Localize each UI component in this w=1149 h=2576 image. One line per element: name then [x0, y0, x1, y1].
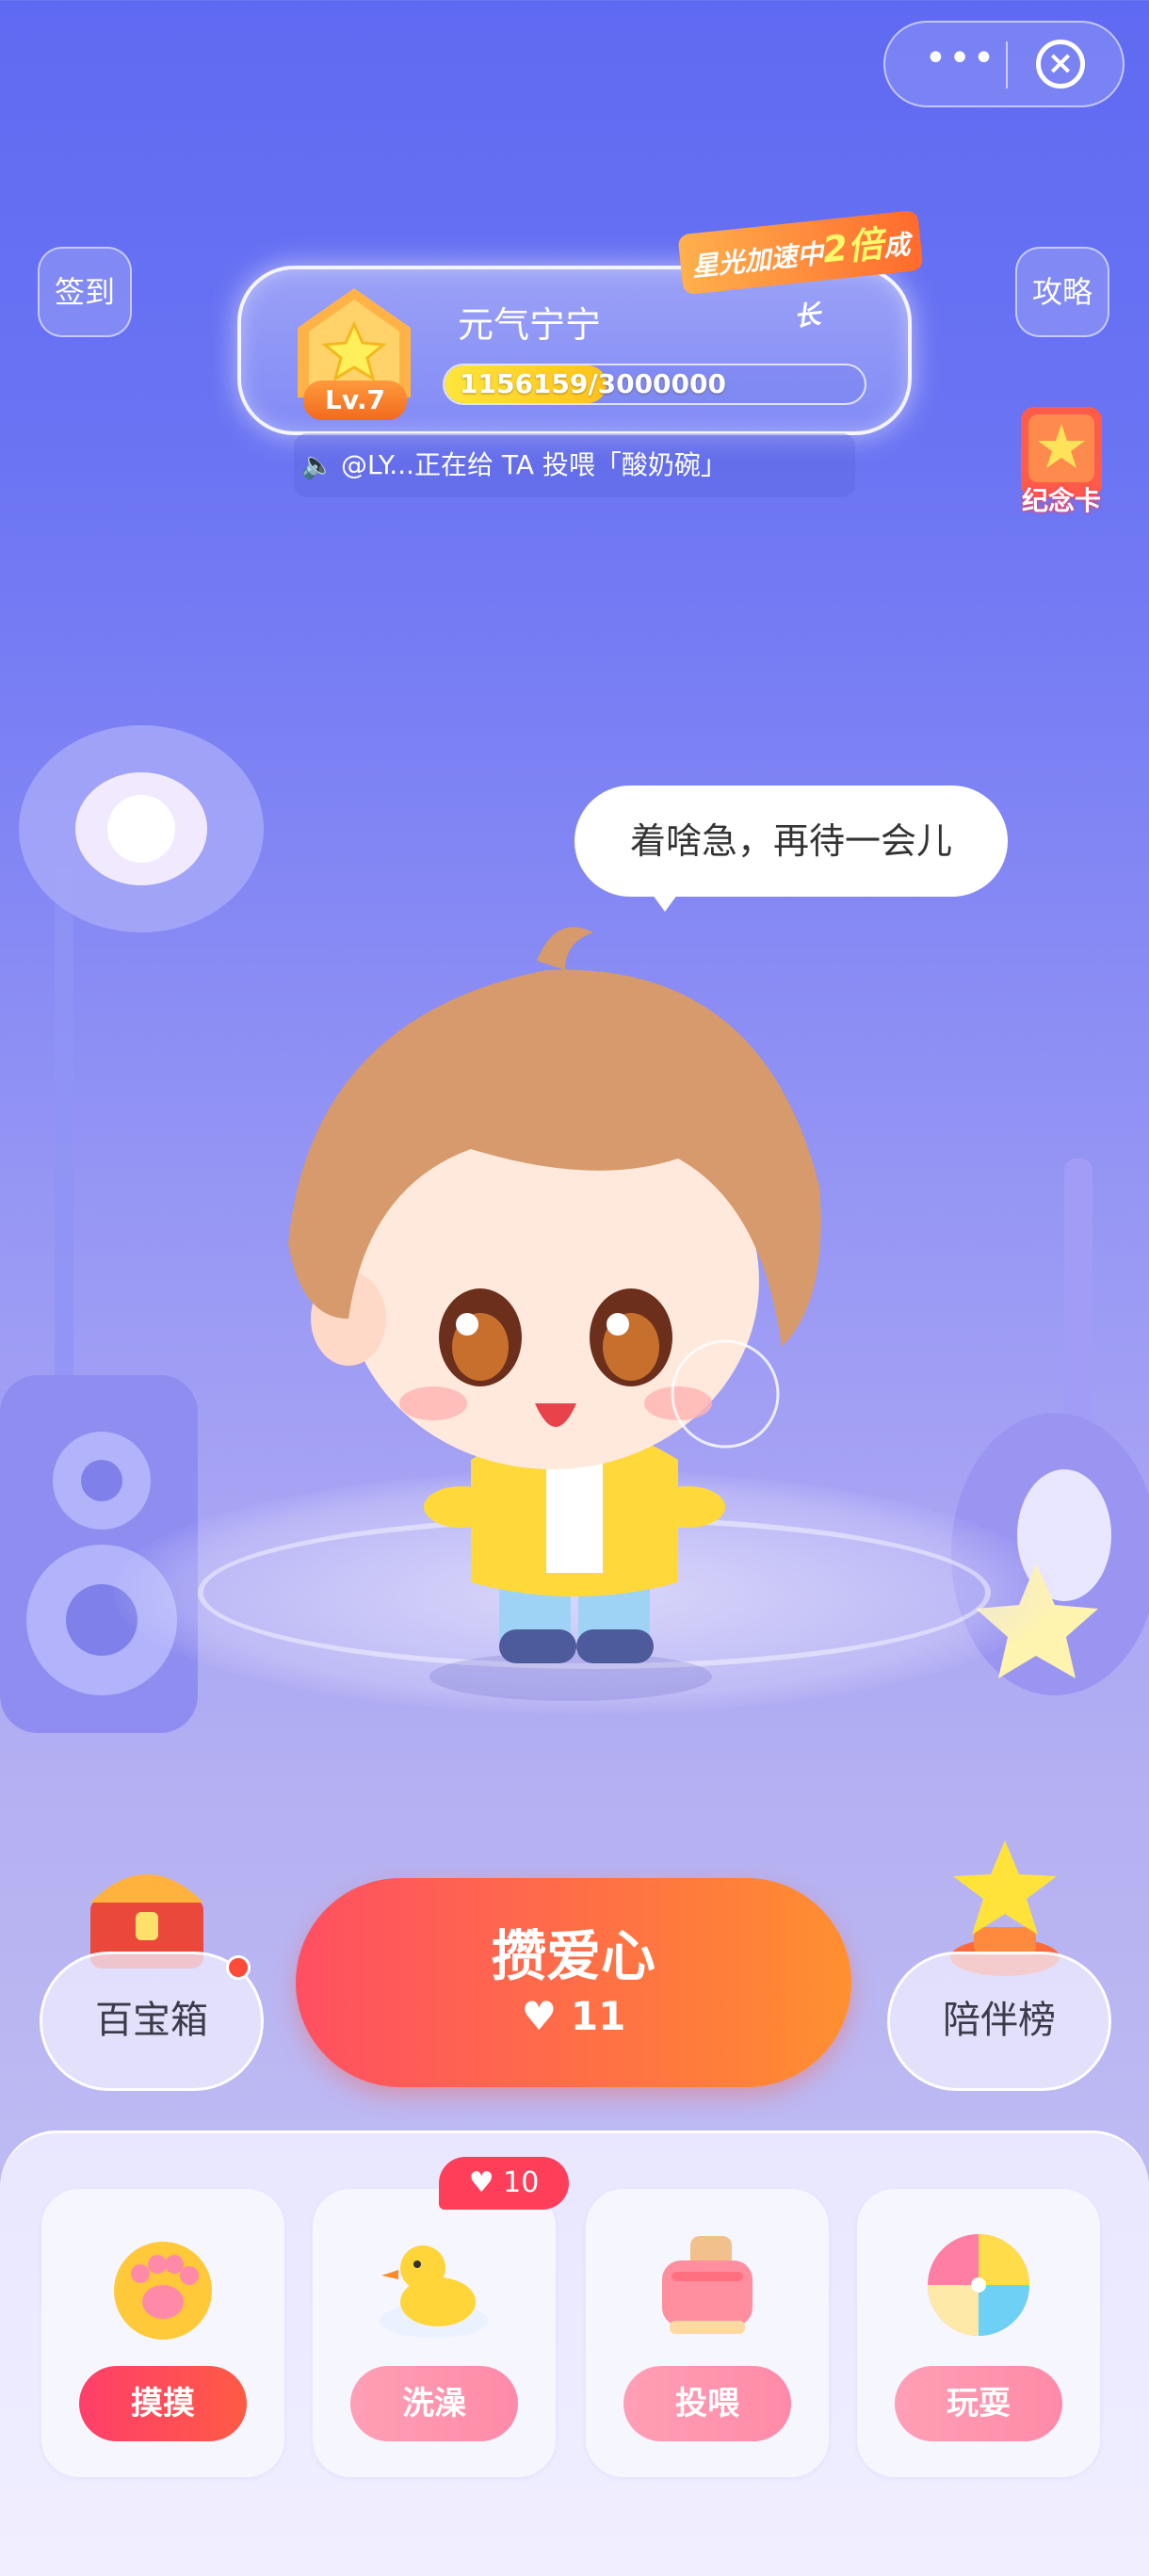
treasure-notification-dot [226, 1955, 251, 1980]
pet-character[interactable] [235, 904, 876, 1714]
activity-ticker: 🔈 @LY...正在给 TA 投喂「酸奶碗」 [294, 433, 855, 497]
memo-card-label: 纪念卡 [1021, 485, 1101, 516]
card-play[interactable]: 玩耍 [857, 2189, 1100, 2477]
card-feed[interactable]: 投喂 [586, 2189, 829, 2477]
feed-button[interactable]: 投喂 [623, 2366, 791, 2441]
memo-card-button[interactable]: 纪念卡 [1010, 403, 1113, 520]
ticker-text: @LY...正在给 TA 投喂「酸奶碗」 [341, 449, 727, 480]
collect-love-button[interactable]: 攒爱心 ♥ 11 [296, 1878, 851, 2087]
checkin-button[interactable]: 签到 [38, 247, 132, 337]
heart-icon: ♥ [521, 1993, 571, 2039]
toaster-icon [662, 2236, 753, 2334]
growth-progress-bar: 1156159/3000000 [443, 364, 866, 405]
promo-multiplier: 2倍 [820, 222, 886, 271]
more-button[interactable]: ••• [923, 40, 998, 87]
love-count: 11 [570, 1993, 626, 2039]
promo-prefix: 星光加速中 [690, 237, 825, 284]
level-badge: Lv.7 [303, 381, 407, 420]
miniapp-capsule: ••• × [883, 21, 1125, 107]
guide-button[interactable]: 攻略 [1015, 247, 1109, 337]
close-button[interactable]: × [1036, 40, 1085, 89]
companion-rank-button[interactable]: 陪伴榜 [887, 1952, 1111, 2091]
growth-progress-text: 1156159/3000000 [460, 368, 726, 399]
capsule-divider [1006, 41, 1008, 89]
bath-button[interactable]: 洗澡 [350, 2366, 518, 2441]
pat-button[interactable]: 摸摸 [79, 2366, 247, 2441]
pet-name: 元气宁宁 [458, 304, 602, 346]
play-button[interactable]: 玩耍 [895, 2366, 1062, 2441]
card-bath[interactable]: 洗澡 [313, 2189, 556, 2477]
love-count-row: ♥ 11 [296, 1993, 851, 2039]
beach-ball-icon [928, 2234, 1029, 2336]
paw-icon [114, 2242, 212, 2340]
speaker-icon: 🔈 [300, 449, 334, 480]
collect-love-label: 攒爱心 [491, 1924, 655, 1988]
card-pat[interactable]: 摸摸 [41, 2189, 284, 2477]
speech-bubble: 着啥急，再待一会儿 [574, 786, 1008, 897]
heart-icon: ♥ [468, 2166, 504, 2199]
bath-cost: 10 [503, 2166, 540, 2199]
bath-cost-badge: ♥ 10 [439, 2157, 569, 2210]
duck-icon [380, 2245, 489, 2338]
